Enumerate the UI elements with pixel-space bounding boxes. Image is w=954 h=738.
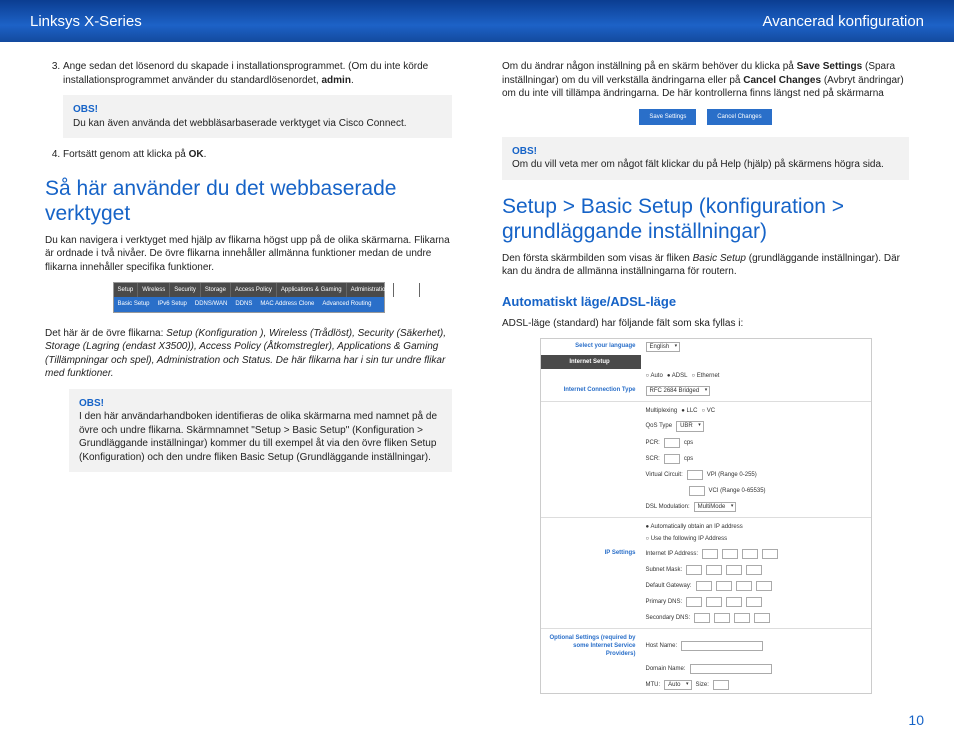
- heading-basic-setup: Setup > Basic Setup (konfiguration > gru…: [502, 194, 909, 244]
- cancel-button-figure: Cancel Changes: [707, 109, 771, 125]
- para-basic-setup: Den första skärmbilden som visas är flik…: [502, 252, 909, 279]
- para-save-cancel: Om du ändrar någon inställning på en skä…: [502, 60, 909, 101]
- step-4: Fortsätt genom att klicka på OK.: [63, 148, 452, 162]
- page-number: 10: [908, 712, 924, 728]
- nav-tabs-figure: Setup Wireless Security Storage Access P…: [113, 282, 385, 312]
- para-adsl: ADSL-läge (standard) har följande fält s…: [502, 317, 909, 331]
- header-left: Linksys X-Series: [30, 13, 142, 30]
- header-bar: Linksys X-Series Avancerad konfiguration: [0, 0, 954, 42]
- settings-form-figure: Select your language English Internet Se…: [540, 338, 872, 694]
- step-3: Ange sedan det lösenord du skapade i ins…: [63, 60, 452, 138]
- note-box-3: OBS! Om du vill veta mer om något fält k…: [502, 137, 909, 180]
- left-column: Ange sedan det lösenord du skapade i ins…: [45, 60, 452, 694]
- header-right: Avancerad konfiguration: [763, 13, 925, 30]
- note-box-2: OBS! I den här användarhandboken identif…: [69, 389, 452, 473]
- para-nav-intro: Du kan navigera i verktyget med hjälp av…: [45, 234, 452, 275]
- heading-adsl: Automatiskt läge/ADSL-läge: [502, 293, 909, 311]
- para-top-tabs: Det här är de övre flikarna: Setup (Konf…: [45, 327, 452, 381]
- buttons-figure: Save Settings Cancel Changes: [502, 109, 909, 125]
- save-button-figure: Save Settings: [639, 109, 696, 125]
- right-column: Om du ändrar någon inställning på en skä…: [502, 60, 909, 694]
- heading-webtool: Så här använder du det webbaserade verkt…: [45, 176, 452, 226]
- note-box-1: OBS! Du kan även använda det webbläsarba…: [63, 95, 452, 138]
